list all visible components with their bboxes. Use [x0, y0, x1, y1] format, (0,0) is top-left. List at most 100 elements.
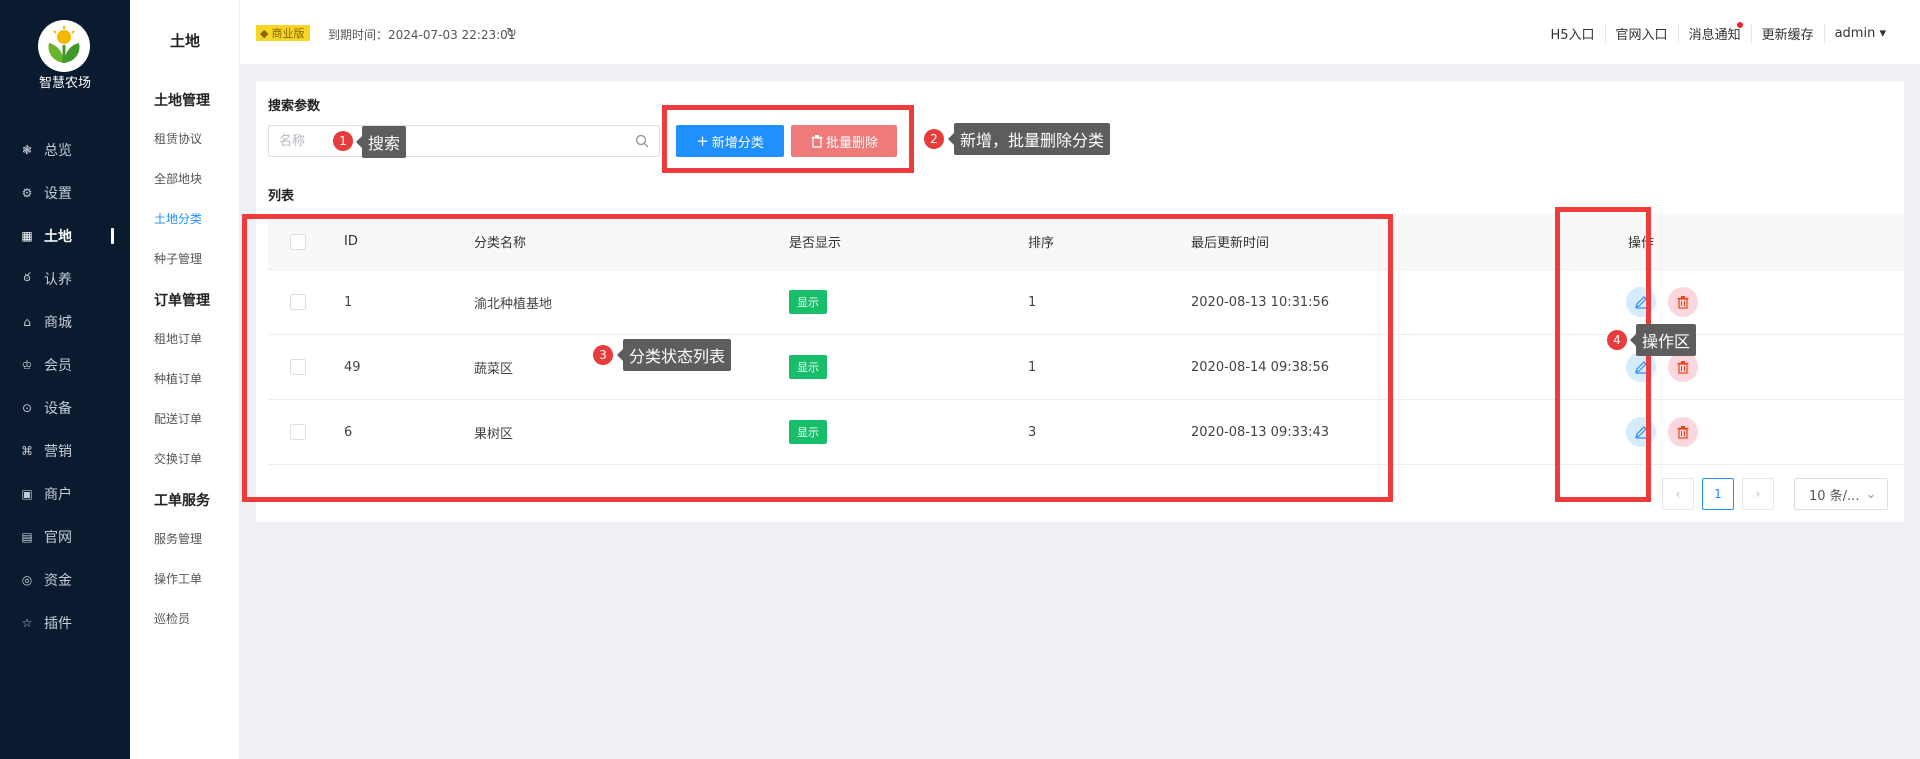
trash-icon — [1677, 361, 1689, 374]
edition-badge: ◆ 商业版 — [256, 25, 311, 41]
edit-button[interactable] — [1626, 352, 1656, 382]
trash-icon — [811, 135, 823, 148]
nav-item-device[interactable]: ⊙ 设备 — [0, 386, 130, 429]
row-name: 渝北种植基地 — [474, 296, 553, 312]
col-actions: 操作 — [1628, 236, 1655, 251]
nav-label: 营销 — [44, 443, 72, 460]
pencil-icon — [1635, 361, 1647, 374]
nav-label: 官网 — [44, 529, 72, 546]
nav-label: 插件 — [44, 615, 72, 632]
col-updated: 最后更新时间 — [1191, 236, 1270, 251]
batch-delete-label: 批量删除 — [825, 135, 878, 151]
page-size-select[interactable]: 10 条/... ⌄ — [1794, 478, 1888, 510]
submenu-item-land-category[interactable]: 土地分类 — [130, 210, 240, 232]
username: admin — [1834, 26, 1876, 41]
col-id: ID — [344, 234, 358, 249]
user-menu[interactable]: admin ▾ — [1825, 26, 1896, 41]
submenu-item-service-mgmt[interactable]: 服务管理 — [130, 530, 240, 552]
annotation-number: 4 — [1607, 330, 1627, 350]
submenu-item-plant-orders[interactable]: 种植订单 — [130, 370, 240, 392]
nav-item-settings[interactable]: ⚙ 设置 — [0, 171, 130, 214]
trash-icon — [1677, 426, 1689, 439]
diamond-icon: ◆ — [260, 26, 269, 40]
delete-button[interactable] — [1668, 417, 1699, 447]
row-updated: 2020-08-14 09:38:56 — [1191, 359, 1330, 375]
gear-icon: ⚙ — [21, 185, 33, 200]
crown-icon: ♔ — [21, 357, 33, 372]
edit-button[interactable] — [1626, 417, 1656, 447]
trash-icon — [1677, 296, 1689, 309]
nav-item-mall[interactable]: ⌂ 商城 — [0, 300, 130, 343]
nav-label: 会员 — [44, 357, 72, 374]
website-entry-link[interactable]: 官网入口 — [1606, 24, 1679, 43]
nav-label: 设置 — [44, 185, 72, 202]
search-section-label: 搜索参数 — [268, 99, 321, 114]
main-sidebar: 智慧农场 ❃ 总览 ⚙ 设置 ▦ 土地 ఠ 认养 ⌂ 商城 ♔ 会员 ⊙ 设备 ⌘ 营销 ▣ 商户… — [0, 0, 130, 759]
row-actions — [1626, 352, 1706, 382]
top-header: ◆ 商业版 到期时间：2024-07-03 22:23:01 ↻ H5入口 官网… — [240, 0, 1920, 64]
submenu-item-exchange-orders[interactable]: 交换订单 — [130, 450, 240, 472]
adopt-icon: ఠ — [23, 270, 31, 284]
col-name: 分类名称 — [474, 236, 527, 251]
nav-item-adopt[interactable]: ఠ 认养 — [0, 257, 130, 300]
row-name: 果树区 — [474, 426, 514, 442]
page-number[interactable]: 1 — [1702, 478, 1734, 510]
nav-item-plugins[interactable]: ☆ 插件 — [0, 601, 130, 644]
submenu-item-delivery-orders[interactable]: 配送订单 — [130, 410, 240, 432]
row-checkbox[interactable] — [290, 424, 306, 440]
annotation-tooltip: 新增，批量删除分类 — [947, 123, 1111, 155]
pencil-icon — [1635, 426, 1647, 439]
nav-item-website[interactable]: ▤ 官网 — [0, 515, 130, 558]
grid-icon: ▦ — [21, 228, 33, 243]
col-sort: 排序 — [1028, 236, 1055, 251]
row-sort: 1 — [1028, 294, 1037, 310]
row-sort: 1 — [1028, 359, 1037, 375]
delete-button[interactable] — [1668, 287, 1699, 317]
delete-button[interactable] — [1668, 352, 1699, 382]
row-name: 蔬菜区 — [474, 361, 514, 377]
store-icon: ▣ — [21, 486, 33, 501]
h5-entry-link[interactable]: H5入口 — [1541, 24, 1606, 43]
nav-label: 总览 — [44, 142, 72, 159]
nav-item-overview[interactable]: ❃ 总览 — [0, 128, 130, 171]
update-cache-link[interactable]: 更新缓存 — [1752, 24, 1825, 43]
row-actions — [1626, 287, 1706, 317]
annotation-tooltip: 操作区 — [1629, 324, 1697, 356]
row-checkbox[interactable] — [290, 359, 306, 375]
nav-item-merchant[interactable]: ▣ 商户 — [0, 472, 130, 515]
submenu-item-all-plots[interactable]: 全部地块 — [130, 170, 240, 192]
batch-delete-button[interactable]: 批量删除 — [791, 125, 897, 157]
shop-icon: ⌂ — [23, 314, 31, 329]
search-icon[interactable] — [635, 134, 649, 148]
table-header: ID 分类名称 是否显示 排序 最后更新时间 操作 — [268, 214, 1904, 270]
notifications-link[interactable]: 消息通知 — [1679, 22, 1752, 43]
nav-label: 认养 — [44, 271, 72, 288]
nav-item-marketing[interactable]: ⌘ 营销 — [0, 429, 130, 472]
table-row: 6 果树区 显示 3 2020-08-13 09:33:43 — [268, 400, 1904, 465]
page-size-label: 10 条/... — [1809, 488, 1860, 504]
location-icon: ⊙ — [21, 400, 33, 415]
submenu-item-work-orders[interactable]: 操作工单 — [130, 570, 240, 592]
submenu-group-service: 工单服务 — [154, 493, 210, 509]
nav-item-member[interactable]: ♔ 会员 — [0, 343, 130, 386]
submenu-item-lease[interactable]: 租赁协议 — [130, 130, 240, 152]
row-checkbox[interactable] — [290, 294, 306, 310]
row-id: 1 — [344, 294, 353, 310]
nav-item-land[interactable]: ▦ 土地 — [0, 214, 130, 257]
nav-label: 商城 — [44, 314, 72, 331]
pencil-icon — [1635, 296, 1647, 309]
refresh-icon[interactable]: ↻ — [506, 26, 517, 41]
submenu-item-rent-orders[interactable]: 租地订单 — [130, 330, 240, 352]
submenu-item-seeds[interactable]: 种子管理 — [130, 250, 240, 272]
app-logo[interactable] — [38, 20, 90, 72]
submenu-group-orders: 订单管理 — [154, 293, 210, 309]
add-category-button[interactable]: + 新增分类 — [676, 125, 784, 157]
prev-page-button[interactable]: ‹ — [1662, 478, 1694, 510]
select-all-checkbox[interactable] — [290, 233, 306, 250]
chevron-right-icon: › — [1755, 487, 1761, 501]
next-page-button[interactable]: › — [1742, 478, 1774, 510]
submenu-item-inspector[interactable]: 巡检员 — [130, 610, 240, 632]
nav-item-funds[interactable]: ◎ 资金 — [0, 558, 130, 601]
edit-button[interactable] — [1626, 287, 1656, 317]
search-input[interactable] — [269, 126, 609, 156]
